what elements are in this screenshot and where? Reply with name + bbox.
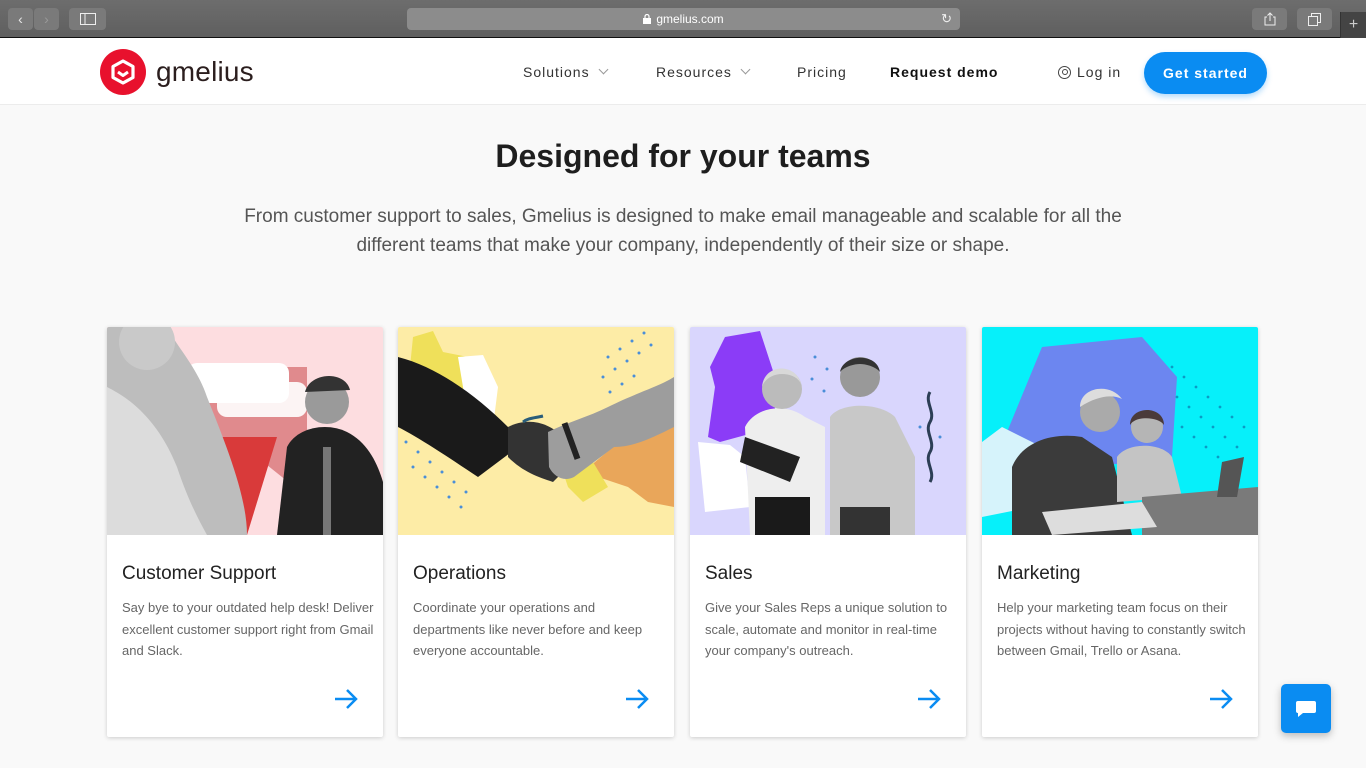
browser-toolbar: ‹ › gmelius.com ↻ +	[0, 0, 1366, 38]
customer-support-illustration	[107, 327, 383, 535]
chevron-down-icon	[598, 64, 609, 75]
share-icon	[1264, 12, 1275, 26]
card-description: Coordinate your operations and departmen…	[413, 600, 643, 658]
login-link[interactable]: Log in	[1058, 64, 1121, 80]
sidebar-button[interactable]	[69, 8, 106, 30]
chevron-down-icon	[740, 64, 751, 75]
card-title: Sales	[705, 563, 753, 584]
get-started-button[interactable]: Get started	[1144, 52, 1267, 94]
sales-illustration	[690, 327, 966, 535]
section-subtitle: From customer support to sales, Gmelius …	[244, 206, 1122, 256]
arrow-right-icon[interactable]	[916, 686, 942, 712]
nav-pricing[interactable]: Pricing	[797, 64, 847, 80]
tabs-button[interactable]	[1297, 8, 1332, 30]
card-description: Say bye to your outdated help desk! Deli…	[122, 600, 374, 658]
sidebar-icon	[79, 13, 96, 25]
arrow-right-icon[interactable]	[333, 686, 359, 712]
chat-bubble-icon	[1296, 700, 1316, 717]
card-description: Help your marketing team focus on their …	[997, 600, 1246, 658]
address-bar[interactable]: gmelius.com ↻	[407, 8, 960, 30]
chevron-right-icon: ›	[44, 11, 49, 27]
card-title: Marketing	[997, 563, 1081, 584]
team-card-marketing[interactable]: Marketing Help your marketing team focus…	[982, 327, 1258, 737]
nav-resources[interactable]: Resources	[656, 64, 751, 80]
login-label: Log in	[1077, 64, 1122, 80]
card-title: Operations	[413, 563, 506, 584]
team-card-sales[interactable]: Sales Give your Sales Reps a unique solu…	[690, 327, 966, 737]
site-header: gmelius Solutions Resources Pricing Requ…	[0, 38, 1366, 105]
nav-solutions-label: Solutions	[523, 64, 590, 80]
back-button[interactable]: ‹	[8, 8, 33, 30]
user-icon	[1058, 65, 1071, 79]
tabs-icon	[1308, 12, 1321, 26]
chat-widget-button[interactable]	[1281, 684, 1331, 733]
share-button[interactable]	[1252, 8, 1287, 30]
new-tab-button[interactable]: +	[1340, 12, 1366, 38]
arrow-right-icon[interactable]	[624, 686, 650, 712]
section-title: Designed for your teams	[495, 138, 871, 174]
card-description: Give your Sales Reps a unique solution t…	[705, 600, 948, 658]
plus-icon: +	[1348, 16, 1359, 33]
team-card-customer-support[interactable]: Customer Support Say bye to your outdate…	[107, 327, 383, 737]
lock-icon	[643, 14, 652, 24]
chevron-left-icon: ‹	[18, 11, 23, 27]
operations-illustration	[398, 327, 674, 535]
forward-button[interactable]: ›	[34, 8, 59, 30]
url-text: gmelius.com	[656, 12, 724, 26]
brand-name: gmelius	[156, 56, 254, 87]
nav-resources-label: Resources	[656, 64, 732, 80]
gmelius-logo-icon	[100, 49, 146, 95]
arrow-right-icon[interactable]	[1208, 686, 1234, 712]
team-card-operations[interactable]: Operations Coordinate your operations an…	[398, 327, 674, 737]
reload-icon[interactable]: ↻	[941, 11, 952, 27]
brand-logo[interactable]: gmelius	[100, 49, 254, 95]
marketing-illustration	[982, 327, 1258, 535]
nav-request-demo[interactable]: Request demo	[890, 64, 998, 80]
nav-solutions[interactable]: Solutions	[523, 64, 609, 80]
card-title: Customer Support	[122, 563, 277, 584]
